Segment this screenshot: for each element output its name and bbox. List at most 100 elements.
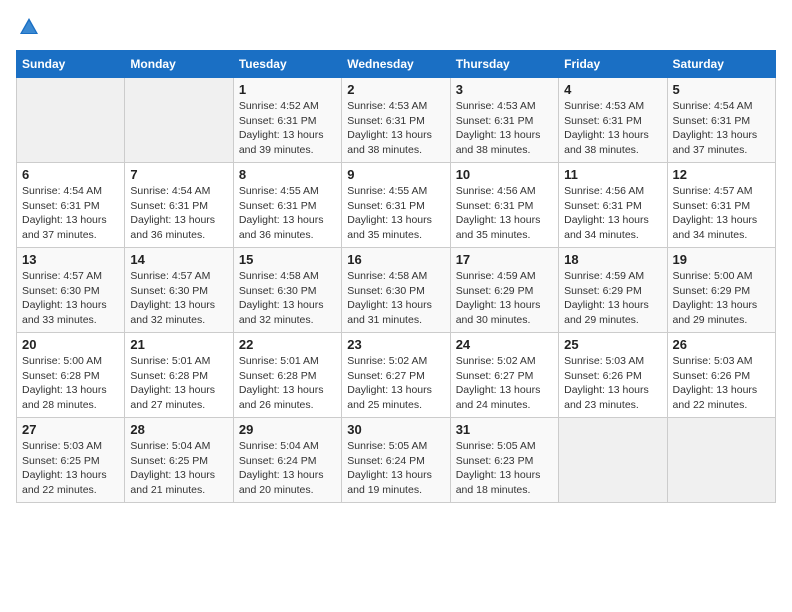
calendar-cell: 26 Sunrise: 5:03 AMSunset: 6:26 PMDayligh… [667, 333, 775, 418]
day-number: 31 [456, 422, 553, 437]
day-number: 1 [239, 82, 336, 97]
calendar-cell: 14Sunrise: 4:57 AMSunset: 6:30 PMDayligh… [125, 248, 233, 333]
day-info: Sunrise: 4:53 AMSunset: 6:31 PMDaylight:… [456, 99, 553, 158]
day-info: Sunrise: 4:53 AMSunset: 6:31 PMDaylight:… [347, 99, 444, 158]
calendar-cell: 21 Sunrise: 5:01 AMSunset: 6:28 PMDayligh… [125, 333, 233, 418]
day-number: 4 [564, 82, 661, 97]
calendar-cell: 6 Sunrise: 4:54 AMSunset: 6:31 PMDaylight… [17, 163, 125, 248]
day-number: 26 [673, 337, 770, 352]
header-wednesday: Wednesday [342, 51, 450, 78]
day-info: Sunrise: 5:04 AMSunset: 6:25 PMDaylight:… [130, 439, 227, 498]
day-info: Sunrise: 4:53 AMSunset: 6:31 PMDaylight:… [564, 99, 661, 158]
calendar-cell: 2Sunrise: 4:53 AMSunset: 6:31 PMDaylight… [342, 78, 450, 163]
calendar-week-row: 27 Sunrise: 5:03 AMSunset: 6:25 PMDayligh… [17, 418, 776, 503]
day-info: Sunrise: 5:03 AMSunset: 6:26 PMDaylight:… [564, 354, 661, 413]
day-number: 14 [130, 252, 227, 267]
calendar-cell: 31 Sunrise: 5:05 AMSunset: 6:23 PMDayligh… [450, 418, 558, 503]
day-info: Sunrise: 5:03 AMSunset: 6:25 PMDaylight:… [22, 439, 119, 498]
day-number: 7 [130, 167, 227, 182]
header-thursday: Thursday [450, 51, 558, 78]
calendar-cell: 19 Sunrise: 5:00 AMSunset: 6:29 PMDayligh… [667, 248, 775, 333]
calendar-cell: 30Sunrise: 5:05 AMSunset: 6:24 PMDayligh… [342, 418, 450, 503]
calendar-week-row: 13Sunrise: 4:57 AMSunset: 6:30 PMDayligh… [17, 248, 776, 333]
day-number: 27 [22, 422, 119, 437]
day-number: 25 [564, 337, 661, 352]
day-number: 16 [347, 252, 444, 267]
day-info: Sunrise: 4:58 AMSunset: 6:30 PMDaylight:… [347, 269, 444, 328]
day-info: Sunrise: 5:01 AMSunset: 6:28 PMDaylight:… [130, 354, 227, 413]
day-number: 11 [564, 167, 661, 182]
header-monday: Monday [125, 51, 233, 78]
day-info: Sunrise: 4:52 AMSunset: 6:31 PMDaylight:… [239, 99, 336, 158]
day-info: Sunrise: 4:58 AMSunset: 6:30 PMDaylight:… [239, 269, 336, 328]
calendar-cell [17, 78, 125, 163]
day-info: Sunrise: 4:54 AMSunset: 6:31 PMDaylight:… [130, 184, 227, 243]
header-friday: Friday [559, 51, 667, 78]
page-header [16, 16, 776, 38]
calendar-cell: 16 Sunrise: 4:58 AMSunset: 6:30 PMDayligh… [342, 248, 450, 333]
calendar-cell: 13Sunrise: 4:57 AMSunset: 6:30 PMDayligh… [17, 248, 125, 333]
calendar-cell [559, 418, 667, 503]
day-number: 23 [347, 337, 444, 352]
day-number: 12 [673, 167, 770, 182]
calendar-cell: 28 Sunrise: 5:04 AMSunset: 6:25 PMDayligh… [125, 418, 233, 503]
day-number: 15 [239, 252, 336, 267]
day-number: 10 [456, 167, 553, 182]
calendar-cell: 3Sunrise: 4:53 AMSunset: 6:31 PMDaylight… [450, 78, 558, 163]
calendar-cell: 20Sunrise: 5:00 AMSunset: 6:28 PMDayligh… [17, 333, 125, 418]
day-number: 28 [130, 422, 227, 437]
day-info: Sunrise: 4:59 AMSunset: 6:29 PMDaylight:… [456, 269, 553, 328]
calendar-cell: 11Sunrise: 4:56 AMSunset: 6:31 PMDayligh… [559, 163, 667, 248]
day-info: Sunrise: 4:55 AMSunset: 6:31 PMDaylight:… [347, 184, 444, 243]
day-info: Sunrise: 4:54 AMSunset: 6:31 PMDaylight:… [673, 99, 770, 158]
day-info: Sunrise: 4:57 AMSunset: 6:31 PMDaylight:… [673, 184, 770, 243]
calendar-cell: 4 Sunrise: 4:53 AMSunset: 6:31 PMDaylight… [559, 78, 667, 163]
calendar-cell: 12 Sunrise: 4:57 AMSunset: 6:31 PMDayligh… [667, 163, 775, 248]
day-info: Sunrise: 5:02 AMSunset: 6:27 PMDaylight:… [456, 354, 553, 413]
day-number: 17 [456, 252, 553, 267]
day-number: 9 [347, 167, 444, 182]
day-number: 8 [239, 167, 336, 182]
calendar-week-row: 1 Sunrise: 4:52 AMSunset: 6:31 PMDaylight… [17, 78, 776, 163]
calendar-cell: 24Sunrise: 5:02 AMSunset: 6:27 PMDayligh… [450, 333, 558, 418]
day-info: Sunrise: 5:03 AMSunset: 6:26 PMDaylight:… [673, 354, 770, 413]
day-number: 29 [239, 422, 336, 437]
calendar-week-row: 20Sunrise: 5:00 AMSunset: 6:28 PMDayligh… [17, 333, 776, 418]
logo [16, 16, 40, 38]
day-info: Sunrise: 4:56 AMSunset: 6:31 PMDaylight:… [456, 184, 553, 243]
calendar-cell: 18Sunrise: 4:59 AMSunset: 6:29 PMDayligh… [559, 248, 667, 333]
day-info: Sunrise: 5:04 AMSunset: 6:24 PMDaylight:… [239, 439, 336, 498]
calendar-cell: 23 Sunrise: 5:02 AMSunset: 6:27 PMDayligh… [342, 333, 450, 418]
calendar-cell: 1 Sunrise: 4:52 AMSunset: 6:31 PMDaylight… [233, 78, 341, 163]
day-info: Sunrise: 5:02 AMSunset: 6:27 PMDaylight:… [347, 354, 444, 413]
day-number: 19 [673, 252, 770, 267]
day-number: 5 [673, 82, 770, 97]
calendar-cell [667, 418, 775, 503]
day-number: 22 [239, 337, 336, 352]
logo-icon [18, 16, 40, 38]
day-number: 20 [22, 337, 119, 352]
day-info: Sunrise: 4:54 AMSunset: 6:31 PMDaylight:… [22, 184, 119, 243]
header-tuesday: Tuesday [233, 51, 341, 78]
day-number: 6 [22, 167, 119, 182]
calendar-cell: 29 Sunrise: 5:04 AMSunset: 6:24 PMDayligh… [233, 418, 341, 503]
header-saturday: Saturday [667, 51, 775, 78]
calendar-cell: 5 Sunrise: 4:54 AMSunset: 6:31 PMDaylight… [667, 78, 775, 163]
calendar-cell [125, 78, 233, 163]
calendar-cell: 7 Sunrise: 4:54 AMSunset: 6:31 PMDaylight… [125, 163, 233, 248]
calendar-cell: 17 Sunrise: 4:59 AMSunset: 6:29 PMDayligh… [450, 248, 558, 333]
day-info: Sunrise: 5:01 AMSunset: 6:28 PMDaylight:… [239, 354, 336, 413]
day-number: 18 [564, 252, 661, 267]
calendar-cell: 8 Sunrise: 4:55 AMSunset: 6:31 PMDaylight… [233, 163, 341, 248]
calendar-table: SundayMondayTuesdayWednesdayThursdayFrid… [16, 50, 776, 503]
calendar-header-row: SundayMondayTuesdayWednesdayThursdayFrid… [17, 51, 776, 78]
calendar-cell: 10 Sunrise: 4:56 AMSunset: 6:31 PMDayligh… [450, 163, 558, 248]
day-info: Sunrise: 5:05 AMSunset: 6:23 PMDaylight:… [456, 439, 553, 498]
calendar-week-row: 6 Sunrise: 4:54 AMSunset: 6:31 PMDaylight… [17, 163, 776, 248]
day-info: Sunrise: 4:55 AMSunset: 6:31 PMDaylight:… [239, 184, 336, 243]
day-number: 21 [130, 337, 227, 352]
calendar-cell: 15 Sunrise: 4:58 AMSunset: 6:30 PMDayligh… [233, 248, 341, 333]
calendar-cell: 27 Sunrise: 5:03 AMSunset: 6:25 PMDayligh… [17, 418, 125, 503]
day-info: Sunrise: 5:00 AMSunset: 6:29 PMDaylight:… [673, 269, 770, 328]
day-number: 13 [22, 252, 119, 267]
